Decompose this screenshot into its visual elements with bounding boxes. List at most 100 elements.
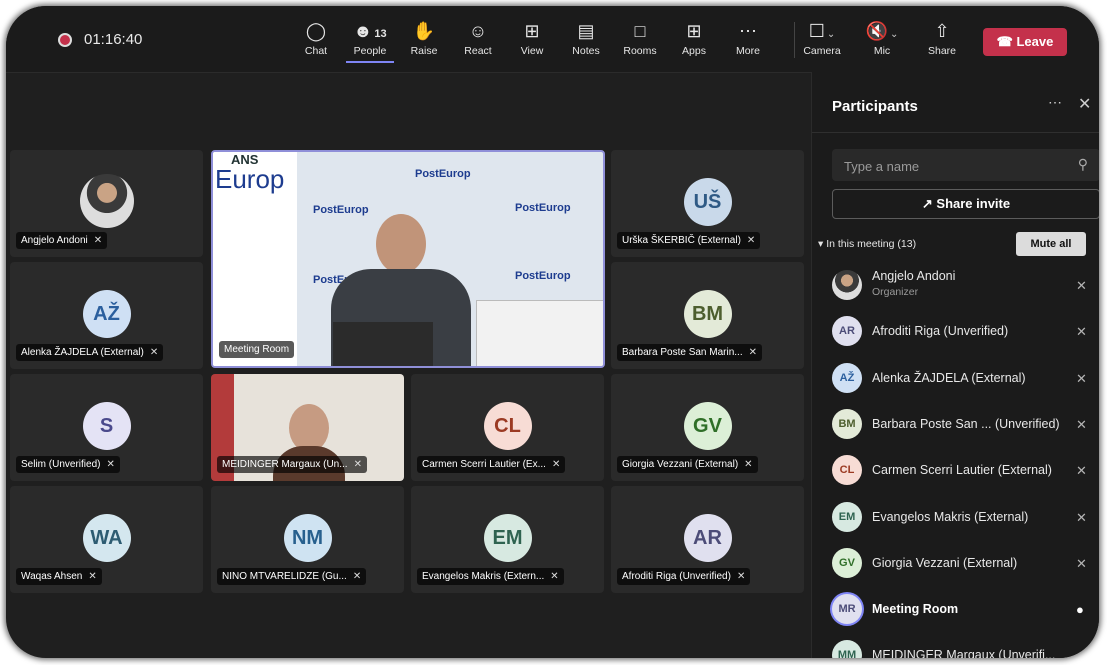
camera-off-icon: ☐ ⌄ bbox=[808, 21, 836, 41]
mic-muted-icon: ✕ bbox=[744, 459, 753, 470]
grid-icon: ⊞ bbox=[524, 21, 540, 41]
avatar: AR bbox=[683, 514, 732, 562]
video-tile[interactable]: Angjelo Andoni ✕ bbox=[10, 150, 203, 257]
mic-on-icon: ● bbox=[1076, 602, 1084, 617]
video-tile[interactable]: WA Waqas Ahsen ✕ bbox=[10, 486, 203, 593]
tile-name: Carmen Scerri Lautier (Ex... ✕ bbox=[417, 456, 566, 473]
banner-logo: PostEurop bbox=[515, 270, 571, 282]
tile-name: Evangelos Makris (Extern... ✕ bbox=[417, 568, 564, 585]
avatar: AŽ bbox=[832, 363, 862, 393]
participant-name: Carmen Scerri Lautier (External) bbox=[872, 463, 1052, 477]
chevron-down-icon: ⌄ bbox=[826, 29, 836, 40]
tile-name: NINO MTVARELIDZE (Gu... ✕ bbox=[217, 568, 367, 585]
camera-button[interactable]: ☐ ⌄ Camera bbox=[798, 20, 846, 57]
avatar: AR bbox=[832, 316, 862, 346]
participant-photo bbox=[79, 174, 134, 228]
more-icon: ⋯ bbox=[739, 21, 757, 41]
video-tile[interactable]: UŠ Urška ŠKERBIČ (External) ✕ bbox=[611, 150, 804, 257]
divider bbox=[812, 132, 1099, 133]
video-tile[interactable]: EM Evangelos Makris (Extern... ✕ bbox=[411, 486, 604, 593]
participant-item[interactable]: AŽ Alenka ŽAJDELA (External) ✕ bbox=[832, 359, 1099, 399]
people-button[interactable]: ☻ 13 People bbox=[346, 20, 394, 63]
banner-logo: PostEurop bbox=[415, 168, 471, 180]
in-meeting-section-toggle[interactable]: ▾ In this meeting (13) bbox=[818, 238, 916, 250]
close-icon[interactable]: ✕ bbox=[1078, 94, 1091, 114]
mic-muted-icon: ✕ bbox=[1076, 324, 1087, 339]
share-invite-button[interactable]: ↗ Share invite bbox=[832, 189, 1099, 219]
participant-item[interactable]: Angjelo Andoni Organizer ✕ bbox=[832, 266, 1099, 306]
raise-hand-button[interactable]: ✋ Raise bbox=[400, 20, 448, 57]
search-box[interactable]: ⚲ bbox=[832, 149, 1099, 183]
leave-button[interactable]: ☎ Leave bbox=[983, 28, 1067, 56]
avatar: MM bbox=[832, 640, 862, 658]
participant-item[interactable]: MM MEIDINGER Margaux (Unverifi... bbox=[832, 636, 1099, 658]
mic-button[interactable]: 🔇 ⌄ Mic bbox=[858, 20, 906, 57]
avatar: BM bbox=[832, 409, 862, 439]
participant-item[interactable]: EM Evangelos Makris (External) ✕ bbox=[832, 498, 1099, 538]
participant-name: Evangelos Makris (External) bbox=[872, 510, 1029, 524]
search-icon: ⚲ bbox=[1077, 156, 1088, 172]
phone-icon: ☎ bbox=[996, 34, 1013, 49]
mic-muted-icon: ✕ bbox=[352, 571, 362, 582]
participant-item[interactable]: MR Meeting Room ● bbox=[832, 590, 1099, 630]
mic-muted-icon: ✕ bbox=[1076, 371, 1087, 386]
participant-name: Alenka ŽAJDELA (External) bbox=[872, 371, 1026, 385]
tile-name: Afroditi Riga (Unverified) ✕ bbox=[617, 568, 751, 585]
mic-muted-icon: ✕ bbox=[1076, 417, 1087, 432]
tile-name: Selim (Unverified) ✕ bbox=[16, 456, 120, 473]
video-tile[interactable]: BM Barbara Poste San Marin... ✕ bbox=[611, 262, 804, 369]
banner-text-left: Europ bbox=[215, 164, 285, 194]
video-tile[interactable]: AR Afroditi Riga (Unverified) ✕ bbox=[611, 486, 804, 593]
participant-name: Meeting Room bbox=[872, 602, 959, 616]
apps-icon: ⊞ bbox=[686, 21, 702, 41]
notes-icon: ▤ bbox=[577, 21, 595, 41]
participant-role: Organizer bbox=[872, 286, 919, 298]
video-tile-meeting-room[interactable]: ANS Europ PostEurop PostEurop PostEurop … bbox=[211, 150, 605, 368]
mic-muted-icon: ✕ bbox=[1076, 463, 1087, 478]
share-icon: ↗ bbox=[921, 196, 933, 211]
video-tile[interactable]: S Selim (Unverified) ✕ bbox=[10, 374, 203, 481]
tile-name: MEIDINGER Margaux (Un... ✕ bbox=[217, 456, 367, 473]
video-tile[interactable]: AŽ Alenka ŽAJDELA (External) ✕ bbox=[10, 262, 203, 369]
avatar: UŠ bbox=[683, 178, 732, 226]
chevron-down-icon: ⌄ bbox=[890, 29, 899, 40]
view-button[interactable]: ⊞ View bbox=[508, 20, 556, 57]
search-input[interactable] bbox=[832, 149, 1066, 183]
chevron-down-icon: ▾ bbox=[818, 238, 824, 250]
react-button[interactable]: ☺ React bbox=[454, 20, 502, 57]
participant-item[interactable]: CL Carmen Scerri Lautier (External) ✕ bbox=[832, 451, 1099, 491]
video-tile[interactable]: MEIDINGER Margaux (Un... ✕ bbox=[211, 374, 404, 481]
participant-item[interactable]: BM Barbara Poste San ... (Unverified) ✕ bbox=[832, 405, 1099, 445]
participant-item[interactable]: GV Giorgia Vezzani (External) ✕ bbox=[832, 544, 1099, 584]
chat-button[interactable]: ◯ Chat bbox=[292, 20, 340, 57]
apps-button[interactable]: ⊞ Apps bbox=[670, 20, 718, 57]
inset-video bbox=[476, 300, 603, 366]
notes-button[interactable]: ▤ Notes bbox=[562, 20, 610, 57]
banner-logo: PostEurop bbox=[515, 202, 571, 214]
tile-name: Alenka ŽAJDELA (External) ✕ bbox=[16, 344, 164, 361]
avatar: WA bbox=[82, 514, 131, 562]
avatar: EM bbox=[483, 514, 532, 562]
participant-name: Afroditi Riga (Unverified) bbox=[872, 324, 1009, 338]
avatar: AŽ bbox=[82, 290, 131, 338]
participant-name: Angjelo Andoni bbox=[872, 269, 956, 283]
rooms-button[interactable]: □ Rooms bbox=[616, 20, 664, 57]
tile-name: Urška ŠKERBIČ (External) ✕ bbox=[617, 232, 761, 249]
avatar: CL bbox=[483, 402, 532, 450]
avatar: BM bbox=[683, 290, 732, 338]
tile-name: Barbara Poste San Marin... ✕ bbox=[617, 344, 763, 361]
more-options-icon[interactable]: ⋯ bbox=[1048, 94, 1062, 111]
participant-name: Barbara Poste San ... (Unverified) bbox=[872, 417, 1060, 431]
meeting-toolbar: 01:16:40 ◯ Chat ☻ 13 People ✋ Raise ☺ Rea… bbox=[6, 6, 1099, 73]
mute-all-button[interactable]: Mute all bbox=[1016, 232, 1086, 256]
share-button[interactable]: ⇧ Share bbox=[918, 20, 966, 57]
video-tile[interactable]: CL Carmen Scerri Lautier (Ex... ✕ bbox=[411, 374, 604, 481]
avatar bbox=[832, 270, 862, 300]
more-button[interactable]: ⋯ More bbox=[724, 20, 772, 57]
avatar: GV bbox=[683, 402, 732, 450]
video-tile[interactable]: NM NINO MTVARELIDZE (Gu... ✕ bbox=[211, 486, 404, 593]
people-icon: ☻ 13 bbox=[353, 21, 387, 41]
mic-muted-icon: ✕ bbox=[93, 235, 103, 246]
video-tile[interactable]: GV Giorgia Vezzani (External) ✕ bbox=[611, 374, 804, 481]
participant-item[interactable]: AR Afroditi Riga (Unverified) ✕ bbox=[832, 312, 1099, 352]
